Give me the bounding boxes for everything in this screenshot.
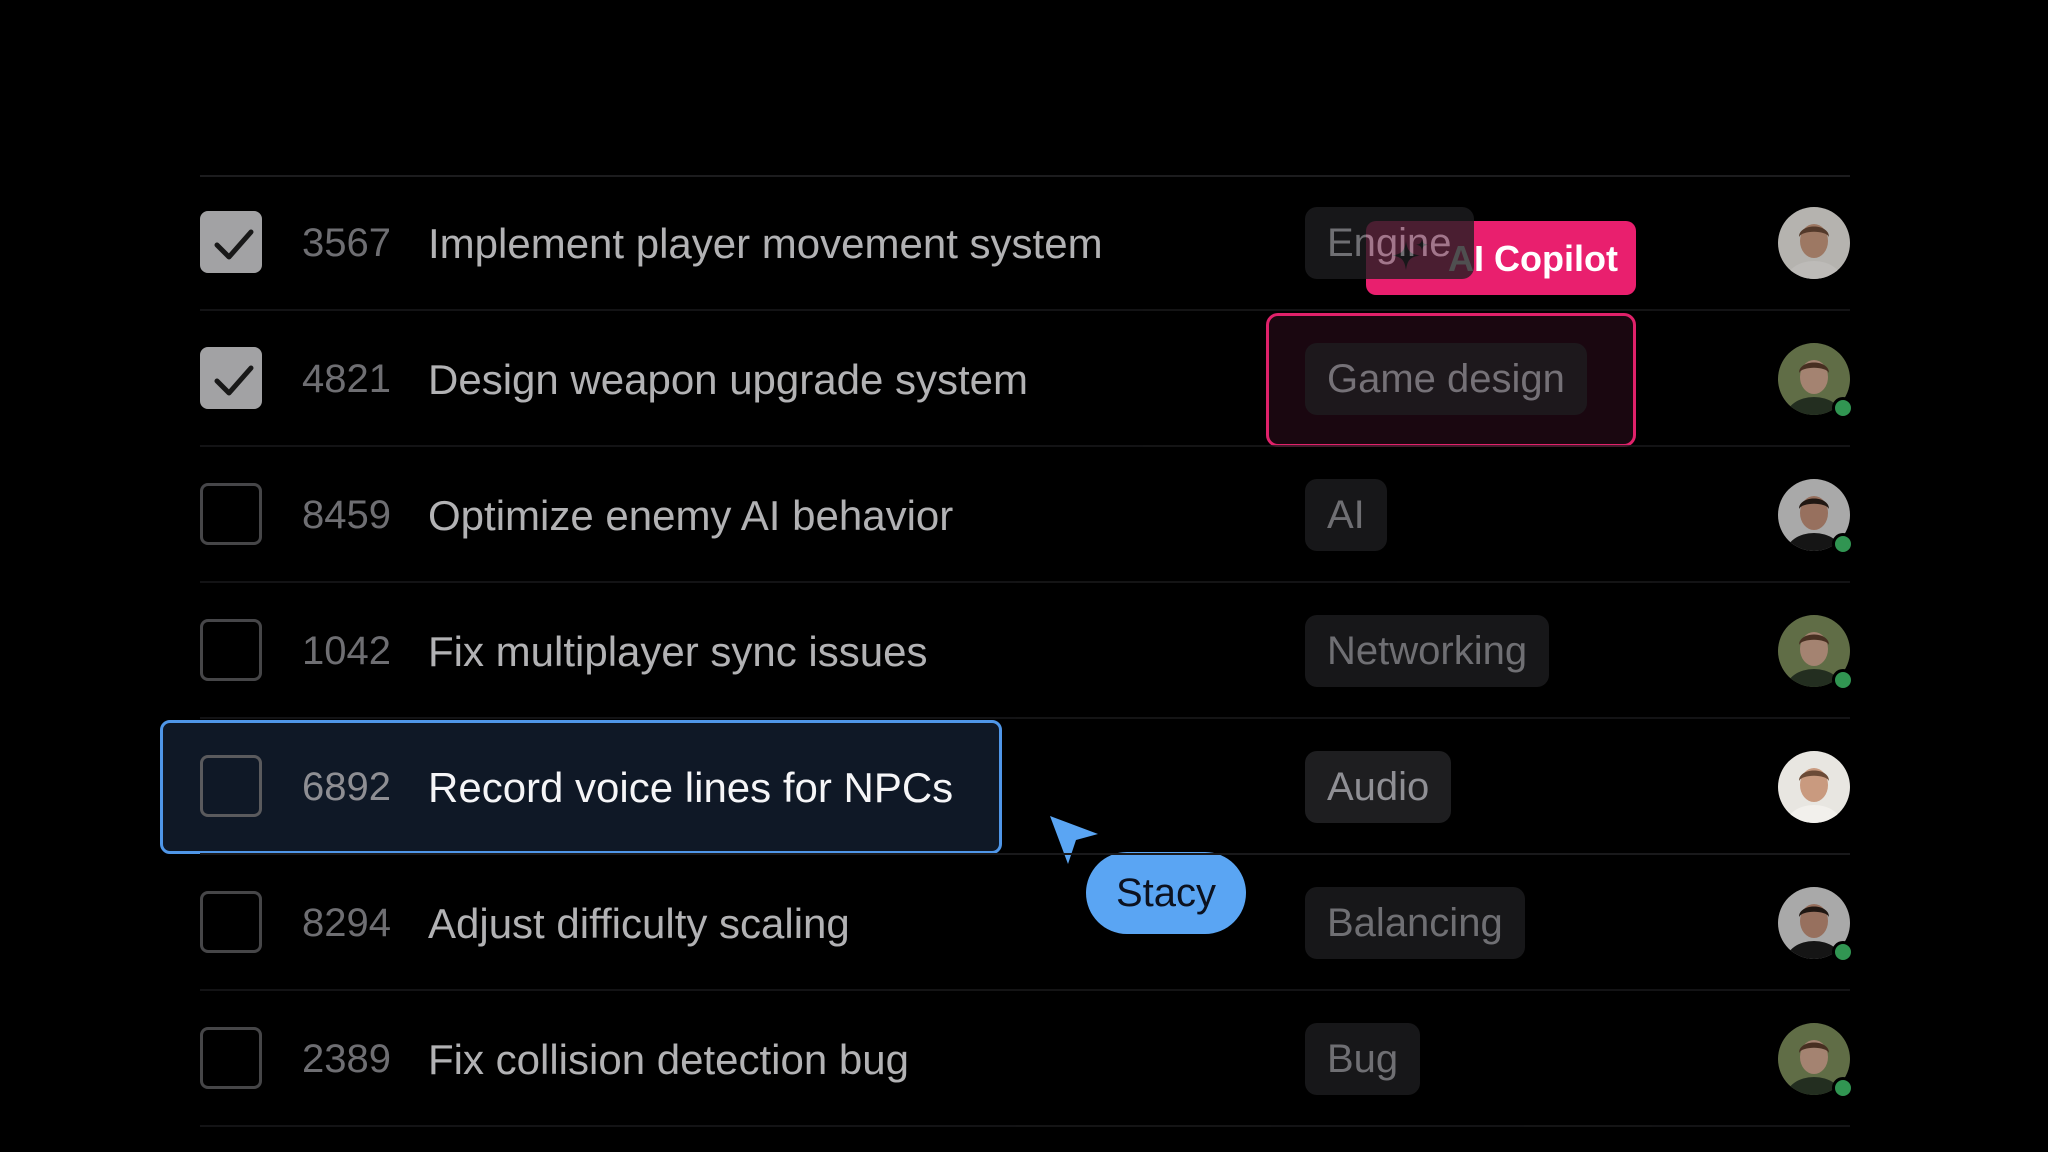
online-status-dot — [1832, 533, 1854, 555]
task-id: 8294 — [302, 901, 391, 945]
row-divider — [200, 853, 1850, 855]
task-tag[interactable]: Networking — [1305, 615, 1550, 687]
assignee-avatar[interactable] — [1778, 1023, 1854, 1099]
task-list-stage: 3567 Implement player movement system Engi… — [0, 0, 2048, 1152]
task-tag[interactable]: Audio — [1305, 751, 1452, 823]
online-status-dot — [1832, 397, 1854, 419]
task-id: 4821 — [302, 357, 391, 401]
task-id: 8459 — [302, 493, 391, 537]
task-title[interactable]: Implement player movement system — [428, 220, 1103, 268]
task-checkbox[interactable] — [200, 619, 262, 681]
task-title[interactable]: Fix collision detection bug — [428, 1036, 909, 1084]
checkmark-icon — [214, 229, 254, 260]
avatar-man-light-beard — [1778, 751, 1850, 823]
task-row[interactable]: 2389 Fix collision detection bug Bug — [200, 991, 1854, 1127]
task-title[interactable]: Fix multiplayer sync issues — [428, 628, 927, 676]
task-tag[interactable]: AI — [1305, 479, 1387, 551]
checkmark-icon — [214, 365, 254, 396]
online-status-dot — [1832, 941, 1854, 963]
task-title[interactable]: Optimize enemy AI behavior — [428, 492, 953, 540]
task-checkbox[interactable] — [200, 347, 262, 409]
task-tag[interactable]: Bug — [1305, 1023, 1421, 1095]
task-title[interactable]: Design weapon upgrade system — [428, 356, 1028, 404]
task-checkbox[interactable] — [200, 891, 262, 953]
row-divider — [200, 1125, 1850, 1127]
task-checkbox[interactable] — [200, 483, 262, 545]
task-row[interactable]: 3567 Implement player movement system Engi… — [200, 175, 1850, 311]
assignee-avatar[interactable] — [1778, 343, 1854, 419]
task-tag[interactable]: Game design — [1305, 343, 1587, 415]
assignee-avatar[interactable] — [1778, 751, 1850, 823]
task-checkbox[interactable] — [200, 1027, 262, 1089]
assignee-avatar[interactable] — [1778, 207, 1850, 279]
online-status-dot — [1832, 669, 1854, 691]
task-title[interactable]: Adjust difficulty scaling — [428, 900, 850, 948]
online-status-dot — [1832, 1077, 1854, 1099]
task-id: 1042 — [302, 629, 391, 673]
task-tag[interactable]: Balancing — [1305, 887, 1525, 959]
task-row[interactable]: 1042 Fix multiplayer sync issues Networkin… — [200, 583, 1854, 719]
task-tag[interactable]: Engine — [1305, 207, 1474, 279]
avatar-man-light-beard — [1778, 207, 1850, 279]
task-checkbox[interactable] — [200, 211, 262, 273]
task-id: 6892 — [302, 765, 391, 809]
task-id: 2389 — [302, 1037, 391, 1081]
task-row[interactable]: 8294 Adjust difficulty scaling Balancing — [200, 855, 1854, 991]
assignee-avatar[interactable] — [1778, 887, 1854, 963]
task-checkbox[interactable] — [200, 755, 262, 817]
task-row[interactable]: 4821 Design weapon upgrade system Game des… — [200, 311, 1854, 447]
assignee-avatar[interactable] — [1778, 615, 1854, 691]
task-row[interactable]: 6892 Record voice lines for NPCs Audio — [200, 719, 1850, 855]
assignee-avatar[interactable] — [1778, 479, 1854, 555]
task-row[interactable]: 8459 Optimize enemy AI behavior AI — [200, 447, 1854, 583]
task-id: 3567 — [302, 221, 391, 265]
task-title[interactable]: Record voice lines for NPCs — [428, 764, 953, 812]
